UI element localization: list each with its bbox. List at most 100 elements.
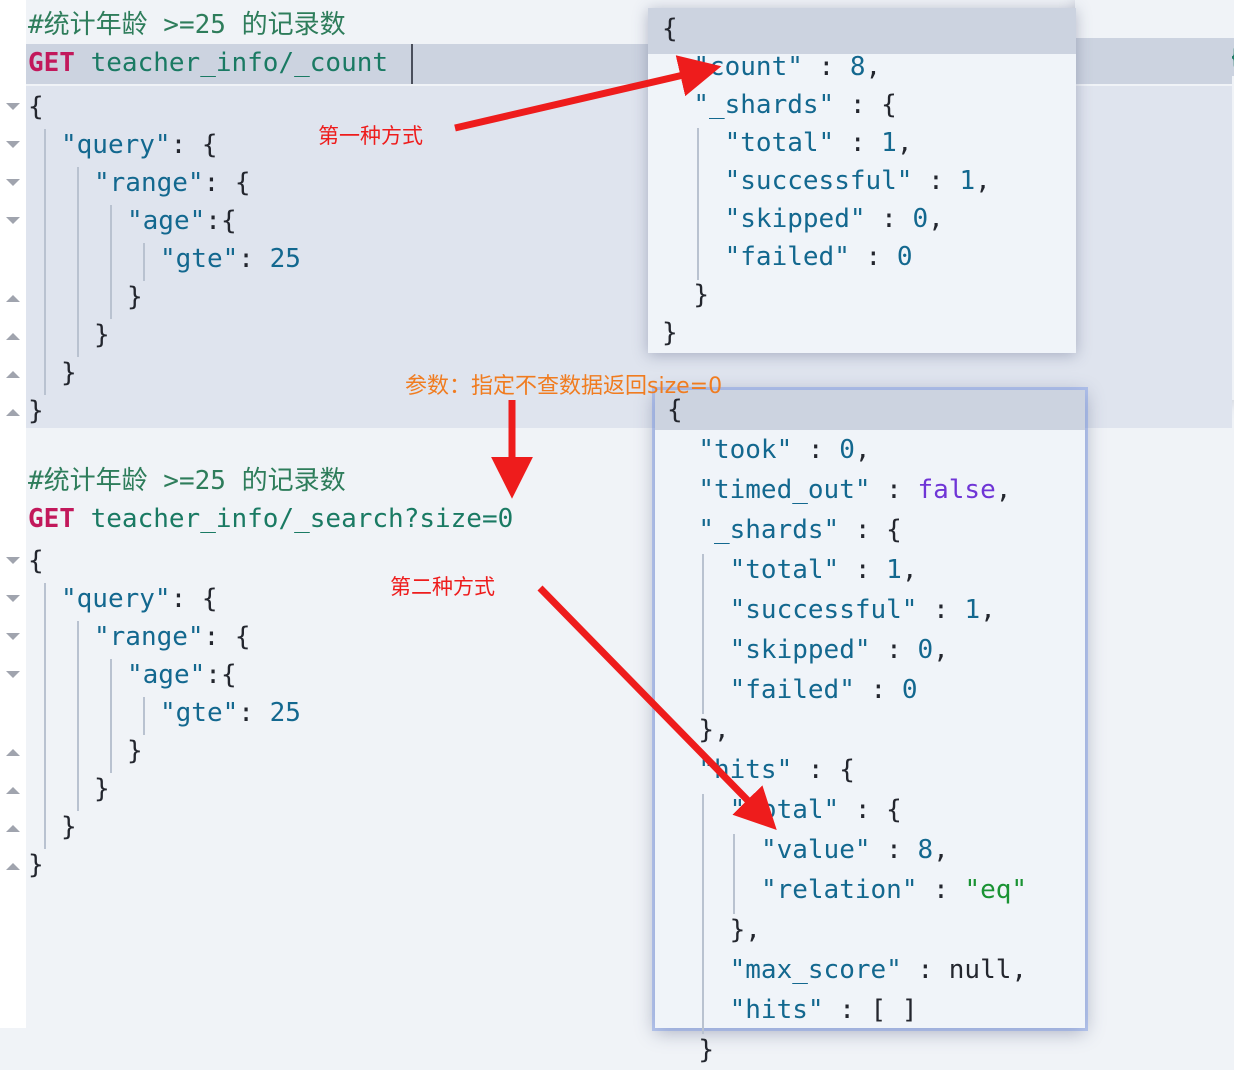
indent-guide [77,281,79,319]
code-line[interactable]: "range": { [94,618,251,656]
response-line[interactable]: "total" : { [667,790,902,830]
response-line[interactable]: "_shards" : { [667,510,902,550]
fold-up-icon[interactable] [6,333,20,340]
comment-line-2: #统计年龄 >=25 的记录数 [28,466,346,496]
fold-up-icon[interactable] [6,295,20,302]
code-line[interactable]: "gte": 25 [160,694,301,732]
response-line[interactable]: }, [667,910,761,950]
request-line-2[interactable]: GET teacher_info/_search?size=0 [28,500,513,538]
indent-guide [143,243,145,281]
indent-guide [110,697,112,735]
code-line[interactable]: } [28,846,44,884]
indent-guide [44,735,46,773]
response-line[interactable]: } [662,276,709,314]
code-line[interactable]: "age":{ [127,202,237,240]
code-line[interactable]: { [28,542,44,580]
annotation-first-method: 第一种方式 [318,124,423,148]
indent-guide [77,205,79,243]
response-line[interactable]: "successful" : 1, [662,162,991,200]
indent-guide [44,811,46,849]
response-line[interactable]: { [662,10,678,48]
code-line[interactable]: { [28,88,44,126]
request-path-1: teacher_info/_count [90,48,389,78]
fold-down-icon[interactable] [6,595,20,602]
response-line[interactable]: "failed" : 0 [662,238,913,276]
response-line[interactable]: } [662,314,678,352]
response-line[interactable]: "count" : 8, [662,48,881,86]
indent-guide [44,697,46,735]
request-url-1 [75,48,91,78]
response-line[interactable]: "timed_out" : false, [667,470,1011,510]
indent-guide [44,205,46,243]
code-line[interactable]: } [28,392,44,430]
code-line[interactable]: } [94,316,110,354]
indent-guide [44,281,46,319]
response-line[interactable]: "relation" : "eq" [667,870,1027,910]
request-line-1[interactable]: GET teacher_info/_count [28,44,388,82]
fold-gutter[interactable] [0,0,26,1028]
response-line[interactable]: "total" : 1, [667,550,918,590]
response-line[interactable]: "_shards" : { [662,86,897,124]
code-line[interactable]: } [127,732,143,770]
indent-guide [77,319,79,357]
code-line[interactable]: "range": { [94,164,251,202]
fold-down-icon[interactable] [6,179,20,186]
response-line[interactable]: "hits" : [ ] [667,990,918,1030]
code-line[interactable]: } [94,770,110,808]
response-line[interactable]: "max_score" : null, [667,950,1027,990]
indent-guide [77,773,79,811]
indent-guide [77,659,79,697]
response-line[interactable]: "took" : 0, [667,430,870,470]
response-line[interactable]: }, [667,710,729,750]
fold-up-icon[interactable] [6,825,20,832]
request-editor[interactable]: #统计年龄 >=25 的记录数 GET teacher_info/_count … [0,0,1232,1028]
fold-up-icon[interactable] [6,371,20,378]
http-method-1: GET [28,48,75,78]
response-line[interactable]: "total" : 1, [662,124,913,162]
fold-up-icon[interactable] [6,863,20,870]
code-line[interactable]: } [61,808,77,846]
code-line[interactable]: "query": { [61,580,218,618]
fold-down-icon[interactable] [6,633,20,640]
code-line[interactable]: "gte": 25 [160,240,301,278]
indent-guide [110,243,112,281]
response-line[interactable]: } [667,1030,714,1070]
code-line[interactable]: "query": { [61,126,218,164]
text-caret [411,44,413,84]
fold-down-icon[interactable] [6,141,20,148]
fold-up-icon[interactable] [6,787,20,794]
code-line[interactable]: } [127,278,143,316]
indent-guide [44,621,46,659]
indent-guide [44,319,46,357]
indent-guide [143,697,145,735]
indent-guide [77,697,79,735]
indent-guide [44,773,46,811]
response-line[interactable]: "hits" : { [667,750,855,790]
indent-guide [44,167,46,205]
annotation-param-note: 参数：指定不查数据返回size=0 [405,374,723,399]
indent-guide [110,205,112,243]
fold-down-icon[interactable] [6,671,20,678]
search-response-panel[interactable]: { "took" : 0, "timed_out" : false, "_sha… [655,390,1085,1065]
indent-guide [110,735,112,773]
fold-down-icon[interactable] [6,103,20,110]
response-line[interactable]: "value" : 8, [667,830,949,870]
code-line[interactable]: } [61,354,77,392]
fold-down-icon[interactable] [6,557,20,564]
fold-up-icon[interactable] [6,409,20,416]
response-line[interactable]: "failed" : 0 [667,670,918,710]
fold-down-icon[interactable] [6,217,20,224]
indent-guide [44,659,46,697]
annotation-second-method: 第二种方式 [390,575,495,599]
code-line[interactable]: "age":{ [127,656,237,694]
indent-guide [110,659,112,697]
indent-guide [110,281,112,319]
http-method-2: GET [28,504,75,534]
response-line[interactable]: "skipped" : 0, [662,200,944,238]
count-response-panel[interactable]: { "count" : 8, "_shards" : { "total" : 1… [648,8,1076,353]
response-line[interactable]: "skipped" : 0, [667,630,949,670]
fold-up-icon[interactable] [6,749,20,756]
indent-guide [77,243,79,281]
indent-guide [44,583,46,621]
response-line[interactable]: "successful" : 1, [667,590,996,630]
